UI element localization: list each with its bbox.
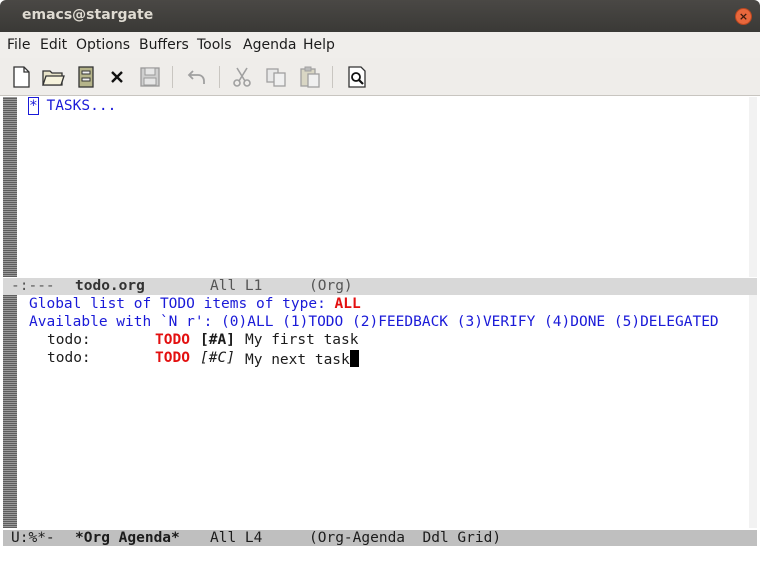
item-category: todo: bbox=[47, 332, 91, 348]
left-fringe bbox=[3, 97, 17, 277]
undo-icon[interactable] bbox=[184, 64, 210, 90]
modeline-status: -:--- bbox=[11, 278, 55, 294]
modeline-buffer-name[interactable]: todo.org bbox=[75, 278, 145, 294]
copy-icon[interactable] bbox=[263, 64, 289, 90]
org-heading[interactable]: * TASKS... bbox=[28, 97, 117, 115]
item-category: todo: bbox=[47, 350, 91, 366]
modeline-mode[interactable]: (Org-Agenda Ddl Grid) bbox=[309, 530, 501, 546]
minibuffer[interactable] bbox=[3, 546, 757, 567]
cut-icon[interactable] bbox=[229, 64, 255, 90]
item-keyword: TODO bbox=[155, 332, 190, 348]
menu-bar: File Edit Options Buffers Tools Agenda H… bbox=[0, 32, 760, 58]
right-fringe bbox=[749, 97, 757, 277]
menu-options[interactable]: Options bbox=[76, 37, 130, 53]
modeline-position: All L1 bbox=[210, 278, 263, 294]
heading-star: * bbox=[28, 97, 39, 115]
toolbar-separator bbox=[172, 66, 173, 88]
heading-text: TASKS... bbox=[46, 98, 117, 114]
title-bar: emacs@stargate × bbox=[0, 0, 760, 32]
open-folder-icon[interactable] bbox=[40, 64, 66, 90]
search-icon[interactable] bbox=[344, 64, 370, 90]
item-keyword: TODO bbox=[155, 350, 190, 366]
paste-icon[interactable] bbox=[297, 64, 323, 90]
text-cursor bbox=[349, 350, 359, 367]
modeline-mode[interactable]: (Org) bbox=[309, 278, 353, 294]
window-title: emacs@stargate bbox=[22, 7, 154, 23]
save-icon[interactable] bbox=[137, 64, 163, 90]
menu-tools[interactable]: Tools bbox=[197, 37, 232, 53]
item-priority: [#A] bbox=[200, 332, 235, 348]
agenda-header: Global list of TODO items of type: ALL bbox=[29, 296, 361, 312]
menu-file[interactable]: File bbox=[7, 37, 30, 53]
modeline-status: U:%*- bbox=[11, 530, 55, 546]
org-agenda-modeline: U:%*- *Org Agenda* All L4 (Org-Agenda Dd… bbox=[3, 530, 757, 547]
left-fringe bbox=[3, 295, 17, 528]
kill-buffer-icon[interactable] bbox=[104, 64, 130, 90]
todo-org-window[interactable]: * TASKS... bbox=[17, 97, 749, 277]
agenda-available-keywords[interactable]: Available with `N r': (0)ALL (1)TODO (2)… bbox=[29, 314, 719, 330]
menu-agenda[interactable]: Agenda bbox=[243, 37, 296, 53]
toolbar-separator bbox=[219, 66, 220, 88]
modeline-buffer-name[interactable]: *Org Agenda* bbox=[75, 530, 180, 546]
item-text-wrap: My next task bbox=[245, 350, 359, 368]
toolbar bbox=[0, 58, 760, 96]
toolbar-separator bbox=[332, 66, 333, 88]
org-agenda-window[interactable]: Global list of TODO items of type: ALL A… bbox=[17, 295, 749, 528]
agenda-header-prefix: Global list of TODO items of type: bbox=[29, 296, 335, 312]
right-fringe bbox=[749, 295, 757, 528]
item-priority: [#C] bbox=[200, 350, 235, 366]
menu-buffers[interactable]: Buffers bbox=[139, 37, 189, 53]
todo-org-modeline: -:--- todo.org All L1 (Org) bbox=[3, 278, 757, 295]
menu-edit[interactable]: Edit bbox=[40, 37, 67, 53]
modeline-position: All L4 bbox=[210, 530, 263, 546]
agenda-todo-type: ALL bbox=[334, 296, 361, 312]
item-text: My next task bbox=[245, 352, 350, 368]
menu-help[interactable]: Help bbox=[303, 37, 335, 53]
directory-icon[interactable] bbox=[73, 64, 99, 90]
close-icon[interactable]: × bbox=[735, 8, 752, 25]
new-file-icon[interactable] bbox=[8, 64, 34, 90]
item-text: My first task bbox=[245, 332, 359, 348]
